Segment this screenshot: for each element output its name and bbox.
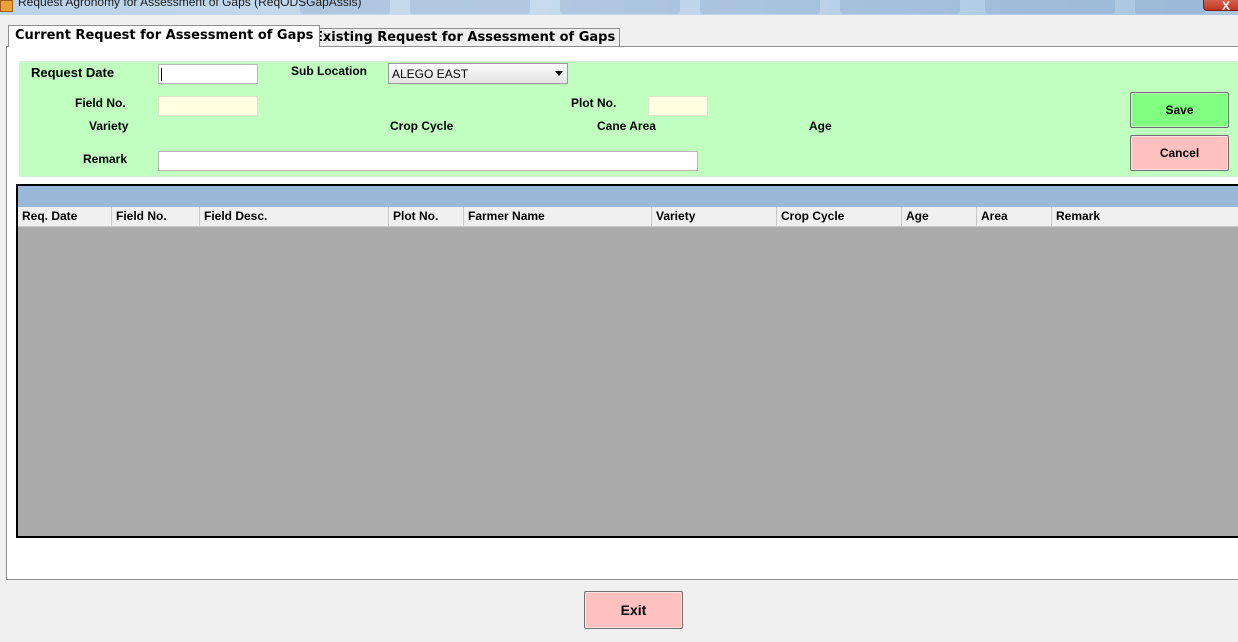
remark-input[interactable] (158, 151, 698, 171)
plot-no-label: Plot No. (571, 96, 617, 110)
column-header-plot-no[interactable]: Plot No. (389, 207, 464, 226)
field-no-input[interactable] (158, 96, 258, 116)
field-no-label: Field No. (75, 96, 126, 110)
background-window-strip (1135, 0, 1205, 14)
background-window-strip (560, 0, 680, 14)
app-icon (0, 0, 13, 12)
column-header-crop-cycle[interactable]: Crop Cycle (777, 207, 902, 226)
column-header-variety[interactable]: Variety (652, 207, 777, 226)
column-header-remark[interactable]: Remark (1052, 207, 1238, 226)
dropdown-arrow-icon[interactable] (555, 71, 563, 76)
window-close-button[interactable]: X (1203, 0, 1238, 13)
requests-grid[interactable]: Req. Date Field No. Field Desc. Plot No.… (16, 184, 1238, 538)
plot-no-input[interactable] (648, 96, 708, 116)
grid-header-row: Req. Date Field No. Field Desc. Plot No.… (18, 207, 1238, 227)
window-title: Request Agronomy for Assessment of Gaps … (18, 0, 362, 9)
grid-caption-bar (18, 186, 1238, 207)
sub-location-value: ALEGO EAST (392, 67, 469, 81)
cane-area-label: Cane Area (597, 119, 656, 133)
background-window-strip (985, 0, 1115, 14)
background-window-strip (700, 0, 820, 14)
column-header-area[interactable]: Area (977, 207, 1052, 226)
sub-location-dropdown[interactable]: ALEGO EAST (388, 63, 568, 84)
column-header-field-no[interactable]: Field No. (112, 207, 200, 226)
window-titlebar: Request Agronomy for Assessment of Gaps … (0, 0, 1238, 15)
age-label: Age (809, 119, 832, 133)
column-header-farmer-name[interactable]: Farmer Name (464, 207, 652, 226)
request-date-input[interactable] (158, 64, 258, 84)
exit-button[interactable]: Exit (584, 591, 683, 629)
background-window-strip (410, 0, 530, 14)
column-header-field-desc[interactable]: Field Desc. (200, 207, 389, 226)
sub-location-label: Sub Location (291, 64, 367, 78)
remark-label: Remark (83, 152, 128, 166)
text-caret (161, 68, 162, 81)
background-window-strip (840, 0, 960, 14)
column-header-req-date[interactable]: Req. Date (18, 207, 112, 226)
tab-existing-request[interactable]: Existing Request for Assessment of Gaps (309, 28, 621, 46)
save-button[interactable]: Save (1130, 92, 1229, 128)
tab-current-request[interactable]: Current Request for Assessment of Gaps (8, 25, 321, 47)
crop-cycle-label: Crop Cycle (390, 119, 454, 133)
cancel-button[interactable]: Cancel (1130, 135, 1229, 171)
request-date-label: Request Date (31, 65, 115, 80)
column-header-age[interactable]: Age (902, 207, 977, 226)
variety-label: Variety (89, 119, 129, 133)
